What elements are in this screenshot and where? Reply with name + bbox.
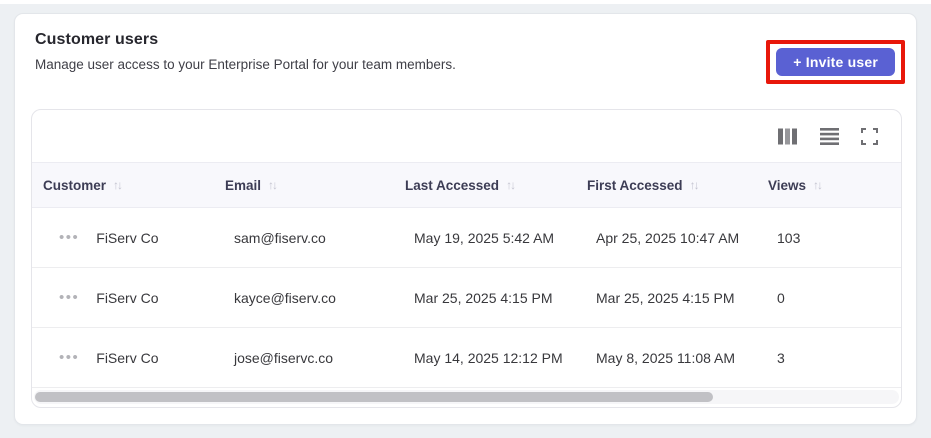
first-accessed-cell: Mar 25, 2025 4:15 PM [596,289,735,306]
email-cell: sam@fiserv.co [234,229,326,246]
table-toolbar [32,110,901,162]
views-cell: 3 [777,349,785,366]
column-header-views[interactable]: Views ↑↓ [757,178,901,193]
column-header-last-accessed[interactable]: Last Accessed ↑↓ [394,178,576,193]
users-table-panel: Customer ↑↓ Email ↑↓ Last Accessed ↑↓ Fi… [31,109,902,408]
annotation-highlight: + Invite user [766,40,905,84]
table-row: ••• FiServ Co kayce@fiserv.co Mar 25, 20… [32,268,901,328]
customer-users-card: Customer users Manage user access to you… [14,13,917,425]
customer-name: FiServ Co [96,349,159,366]
sort-icon: ↑↓ [813,178,823,192]
row-menu-icon[interactable]: ••• [59,348,79,367]
column-label: First Accessed [587,177,683,193]
column-header-email[interactable]: Email ↑↓ [214,178,394,193]
table-row: ••• FiServ Co jose@fiservc.co May 14, 20… [32,328,901,388]
title-block: Customer users Manage user access to you… [35,31,456,72]
column-label: Last Accessed [405,177,500,193]
views-cell: 103 [777,229,801,246]
row-menu-icon[interactable]: ••• [59,288,79,307]
page-subtitle: Manage user access to your Enterprise Po… [35,57,456,72]
row-density-icon[interactable] [820,126,839,146]
sort-icon: ↑↓ [268,178,278,192]
table-header-row: Customer ↑↓ Email ↑↓ Last Accessed ↑↓ Fi… [32,162,901,208]
sort-icon: ↑↓ [689,178,700,192]
customer-cell: ••• FiServ Co [32,348,214,367]
first-accessed-cell: Apr 25, 2025 10:47 AM [596,229,740,246]
customer-name: FiServ Co [96,289,159,306]
horizontal-scrollbar-track[interactable] [34,390,899,404]
sort-icon: ↑↓ [506,178,516,192]
last-accessed-cell: Mar 25, 2025 4:15 PM [414,289,553,306]
row-menu-icon[interactable]: ••• [59,228,79,247]
page-title: Customer users [35,31,159,48]
invite-user-button[interactable]: + Invite user [776,48,895,76]
fullscreen-icon[interactable] [861,126,878,146]
column-label: Customer [43,177,107,193]
sort-icon: ↑↓ [113,178,123,192]
column-label: Email [225,177,262,193]
column-label: Views [768,177,807,193]
customer-cell: ••• FiServ Co [32,288,214,307]
email-cell: kayce@fiserv.co [234,289,336,306]
top-strip [0,0,931,4]
column-header-customer[interactable]: Customer ↑↓ [32,178,214,193]
page-background: { "header": { "title": "Customer users",… [0,0,931,438]
table-row: ••• FiServ Co sam@fiserv.co May 19, 2025… [32,208,901,268]
column-header-first-accessed[interactable]: First Accessed ↑↓ [576,178,757,193]
views-cell: 0 [777,289,785,306]
customer-cell: ••• FiServ Co [32,228,214,247]
customer-name: FiServ Co [96,229,159,246]
last-accessed-cell: May 19, 2025 5:42 AM [414,229,555,246]
card-header: Customer users Manage user access to you… [15,14,916,84]
last-accessed-cell: May 14, 2025 12:12 PM [414,349,563,366]
first-accessed-cell: May 8, 2025 11:08 AM [596,349,736,366]
columns-icon[interactable] [778,126,798,146]
horizontal-scrollbar-thumb[interactable] [35,392,713,402]
email-cell: jose@fiservc.co [234,349,334,366]
